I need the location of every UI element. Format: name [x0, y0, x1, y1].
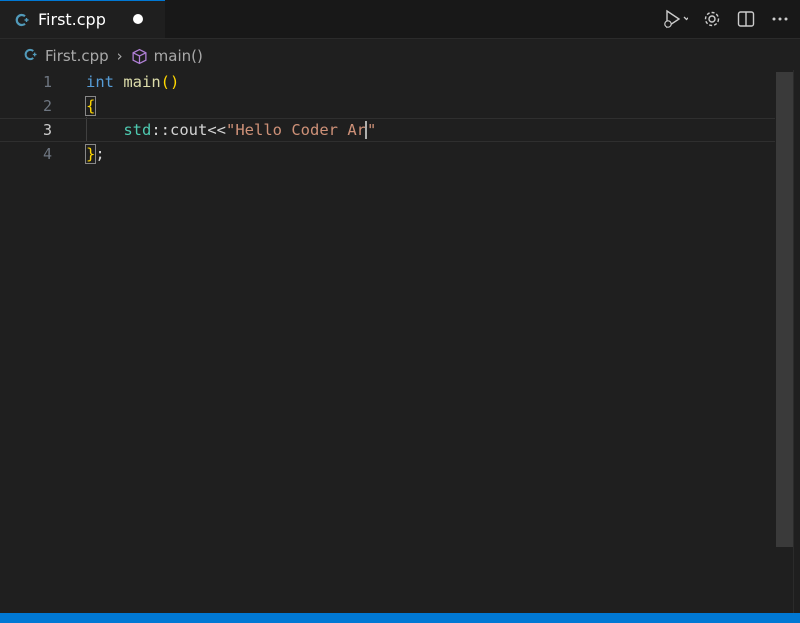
line-number: 3: [42, 121, 52, 139]
code-line-active[interactable]: 3 std::cout<<"Hello Coder Ar": [0, 118, 775, 142]
line-number: 4: [42, 145, 52, 163]
code-line[interactable]: 2 {: [0, 94, 775, 118]
line-number: 1: [42, 73, 52, 91]
token: (): [160, 73, 180, 91]
run-debug-icon[interactable]: [662, 7, 688, 31]
token: std: [123, 120, 152, 139]
token: ": [366, 120, 377, 139]
line-code: int main(): [86, 73, 179, 91]
line-code: {: [84, 96, 97, 116]
breadcrumb-symbol[interactable]: main(): [154, 47, 203, 65]
cpp-file-icon: [14, 12, 30, 28]
tab-first-cpp[interactable]: First.cpp: [0, 0, 165, 38]
breadcrumb-file[interactable]: First.cpp: [45, 47, 109, 65]
gear-icon[interactable]: [702, 7, 722, 31]
overview-ruler: [793, 70, 800, 615]
token: {: [84, 96, 97, 116]
token: ::: [151, 120, 170, 139]
unsaved-changes-dot-icon[interactable]: [133, 14, 143, 24]
editor-tab-bar: First.cpp: [0, 0, 800, 39]
token: }: [84, 144, 97, 164]
token: main: [123, 73, 161, 91]
vertical-scrollbar[interactable]: [776, 72, 793, 547]
token: ;: [95, 145, 105, 163]
chevron-right-icon: ›: [116, 47, 123, 65]
code-line[interactable]: 1 int main(): [0, 70, 775, 94]
editor-actions: [662, 0, 790, 38]
line-number: 2: [42, 97, 52, 115]
status-bar: [0, 613, 800, 623]
code-line[interactable]: 4 };: [0, 142, 775, 166]
token: cout: [170, 120, 208, 139]
code-editor[interactable]: 1 int main() 2 { 3 std::cout<<"Hello Cod…: [0, 70, 775, 615]
token: <<: [207, 120, 226, 139]
tab-label: First.cpp: [38, 10, 106, 29]
split-editor-icon[interactable]: [736, 7, 756, 31]
line-code: std::cout<<"Hello Coder Ar": [86, 121, 376, 140]
cpp-file-icon: [24, 48, 37, 64]
more-icon[interactable]: [770, 7, 790, 31]
breadcrumb: First.cpp › main(): [0, 43, 800, 69]
cube-icon: [131, 48, 148, 65]
line-code: };: [84, 144, 105, 164]
token: "Hello Coder Ar: [226, 120, 366, 139]
token: int: [86, 73, 114, 91]
